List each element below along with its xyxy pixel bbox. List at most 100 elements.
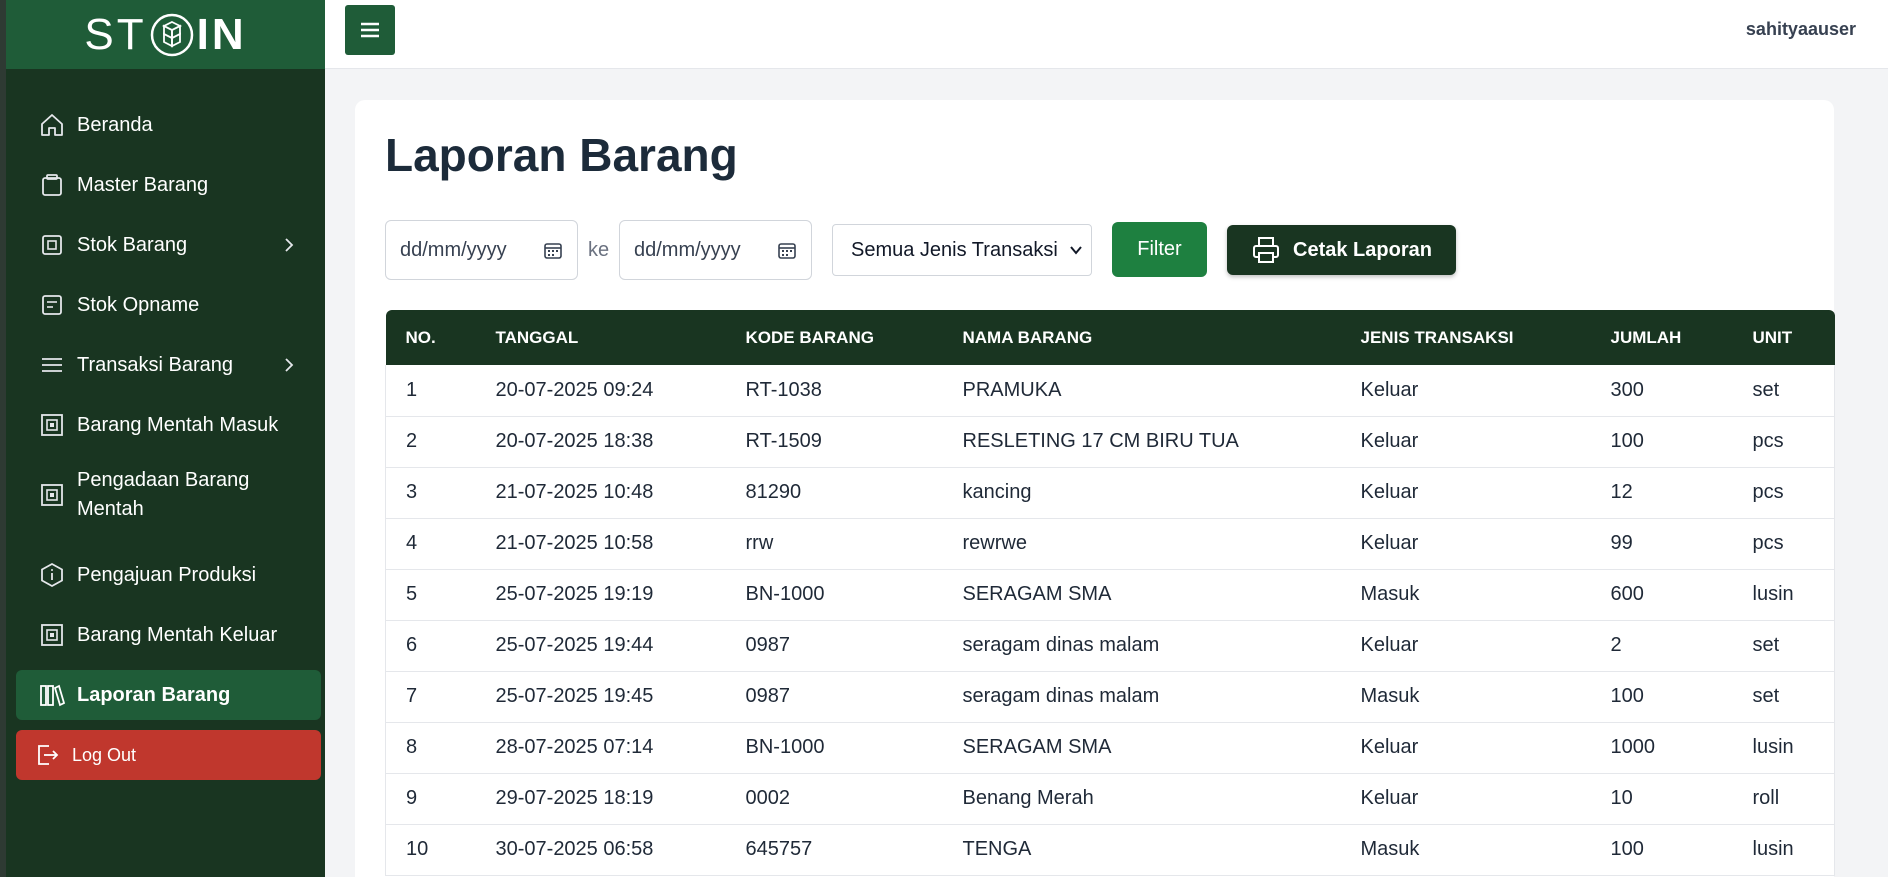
sidebar-item-label: Stok Barang: [77, 233, 188, 256]
username[interactable]: sahityaauser: [1746, 19, 1856, 40]
sidebar-item-barang-mentah-keluar[interactable]: Barang Mentah Keluar: [16, 610, 321, 660]
box-icon: [37, 410, 67, 440]
sidebar-item-label: Master Barang: [77, 173, 209, 196]
calendar-icon[interactable]: [777, 240, 797, 260]
cell-unit: pcs: [1732, 467, 1835, 519]
table-row: 5 25-07-2025 19:19 BN-1000 SERAGAM SMA Masuk…: [385, 569, 1835, 621]
date-from-field[interactable]: dd/mm/yyyy: [385, 220, 578, 280]
cell-kode-barang: RT-1038: [725, 365, 943, 417]
sidebar-item-barang-mentah-masuk[interactable]: Barang Mentah Masuk: [16, 400, 321, 450]
sidebar-item-label: Laporan Barang: [77, 683, 231, 706]
cell-jenis-transaksi: Masuk: [1340, 671, 1591, 723]
cell-no: 2: [385, 416, 476, 468]
sidebar: ST IN Beranda Master Barang Stok Barang: [0, 0, 325, 877]
date-range-separator: ke: [588, 239, 610, 261]
column-header-kode-barang: KODE BARANG: [745, 327, 874, 347]
filter-button[interactable]: Filter: [1112, 222, 1207, 277]
report-card: Laporan Barang dd/mm/yyyy ke dd/mm/yyyy …: [355, 100, 1835, 877]
cell-jenis-transaksi: Masuk: [1340, 824, 1591, 876]
topbar: sahityaauser: [325, 0, 1888, 69]
brand-logo[interactable]: ST IN: [6, 0, 325, 69]
logout-button[interactable]: Log Out: [16, 730, 321, 780]
cell-nama-barang: RESLETING 17 CM BIRU TUA: [942, 416, 1341, 468]
hexagon-icon: [37, 560, 67, 590]
calendar-icon[interactable]: [543, 240, 563, 260]
sidebar-item-pengadaan-barang-mentah[interactable]: Pengadaan Barang Mentah: [16, 465, 321, 525]
cell-nama-barang: seragam dinas malam: [942, 620, 1341, 672]
menu-toggle-button[interactable]: [345, 5, 395, 55]
cell-kode-barang: BN-1000: [725, 569, 943, 621]
cell-jumlah: 600: [1590, 569, 1733, 621]
table-row: 6 25-07-2025 19:44 0987 seragam dinas malam…: [385, 620, 1835, 672]
cell-kode-barang: 81290: [725, 467, 943, 519]
sidebar-item-stok-opname[interactable]: Stok Opname: [16, 280, 321, 330]
cell-tanggal: 25-07-2025 19:44: [475, 620, 726, 672]
date-to-field[interactable]: dd/mm/yyyy: [619, 220, 812, 280]
print-report-label: Cetak Laporan: [1293, 238, 1432, 261]
cell-kode-barang: BN-1000: [725, 722, 943, 774]
cell-kode-barang: 645757: [725, 824, 943, 876]
sidebar-item-master-barang[interactable]: Master Barang: [16, 160, 321, 210]
print-report-button[interactable]: Cetak Laporan: [1227, 225, 1456, 275]
cell-tanggal: 25-07-2025 19:19: [475, 569, 726, 621]
column-header-nama-barang: NAMA BARANG: [962, 327, 1093, 347]
hamburger-icon: [361, 22, 379, 38]
cell-nama-barang: SERAGAM SMA: [942, 569, 1341, 621]
cell-jenis-transaksi: Keluar: [1340, 773, 1591, 825]
table-row: 9 29-07-2025 18:19 0002 Benang Merah Keluar 1…: [385, 773, 1835, 825]
list-icon: [37, 350, 67, 380]
sidebar-item-label: Barang Mentah Masuk: [77, 413, 279, 436]
cell-unit: set: [1732, 620, 1835, 672]
cell-no: 10: [385, 824, 476, 876]
cell-kode-barang: 0002: [725, 773, 943, 825]
cube-logo-icon: [150, 13, 193, 56]
cell-no: 1: [385, 365, 476, 417]
box-icon: [37, 480, 67, 510]
report-table: NO. TANGGAL KODE BARANG NAMA BARANG JENI…: [385, 310, 1835, 876]
cell-jenis-transaksi: Keluar: [1340, 722, 1591, 774]
cell-unit: lusin: [1732, 722, 1835, 774]
cell-jumlah: 10: [1590, 773, 1733, 825]
sidebar-item-beranda[interactable]: Beranda: [16, 100, 321, 150]
printer-icon: [1253, 237, 1280, 263]
books-icon: [37, 680, 67, 710]
home-icon: [37, 110, 67, 140]
cell-unit: pcs: [1732, 416, 1835, 468]
table-header-row: NO. TANGGAL KODE BARANG NAMA BARANG JENI…: [385, 310, 1835, 365]
cell-jumlah: 300: [1590, 365, 1733, 417]
sidebar-item-label: Beranda: [77, 113, 153, 136]
cell-kode-barang: 0987: [725, 620, 943, 672]
cell-jumlah: 12: [1590, 467, 1733, 519]
sidebar-item-pengajuan-produksi[interactable]: Pengajuan Produksi: [16, 550, 321, 600]
cell-tanggal: 25-07-2025 19:45: [475, 671, 726, 723]
clipboard-icon: [37, 170, 67, 200]
sidebar-item-label: Barang Mentah Keluar: [77, 623, 278, 646]
cell-tanggal: 30-07-2025 06:58: [475, 824, 726, 876]
chevron-down-icon: [1070, 246, 1082, 255]
cell-jumlah: 99: [1590, 518, 1733, 570]
cell-unit: set: [1732, 365, 1835, 417]
date-to-placeholder: dd/mm/yyyy: [634, 238, 741, 261]
cell-no: 8: [385, 722, 476, 774]
sidebar-item-transaksi-barang[interactable]: Transaksi Barang: [16, 340, 321, 390]
logout-icon: [32, 740, 62, 770]
cell-jenis-transaksi: Keluar: [1340, 518, 1591, 570]
cell-unit: lusin: [1732, 569, 1835, 621]
page-title: Laporan Barang: [385, 129, 738, 181]
sidebar-item-stok-barang[interactable]: Stok Barang: [16, 220, 321, 270]
cell-no: 5: [385, 569, 476, 621]
table-body: 1 20-07-2025 09:24 RT-1038 PRAMUKA Keluar 300…: [385, 365, 1835, 876]
cell-no: 6: [385, 620, 476, 672]
sidebar-item-laporan-barang[interactable]: Laporan Barang: [16, 670, 321, 720]
cell-nama-barang: rewrwe: [942, 518, 1341, 570]
date-from-placeholder: dd/mm/yyyy: [400, 238, 507, 261]
cell-jenis-transaksi: Keluar: [1340, 467, 1591, 519]
cell-unit: lusin: [1732, 824, 1835, 876]
column-header-tanggal: TANGGAL: [495, 327, 579, 347]
cell-jenis-transaksi: Keluar: [1340, 416, 1591, 468]
cell-no: 3: [385, 467, 476, 519]
transaction-type-select[interactable]: Semua Jenis Transaksi: [832, 224, 1092, 276]
table-row: 3 21-07-2025 10:48 81290 kancing Keluar 12 pcs: [385, 467, 1835, 519]
square-icon: [37, 230, 67, 260]
table-row: 2 20-07-2025 18:38 RT-1509 RESLETING 17 CM …: [385, 416, 1835, 468]
